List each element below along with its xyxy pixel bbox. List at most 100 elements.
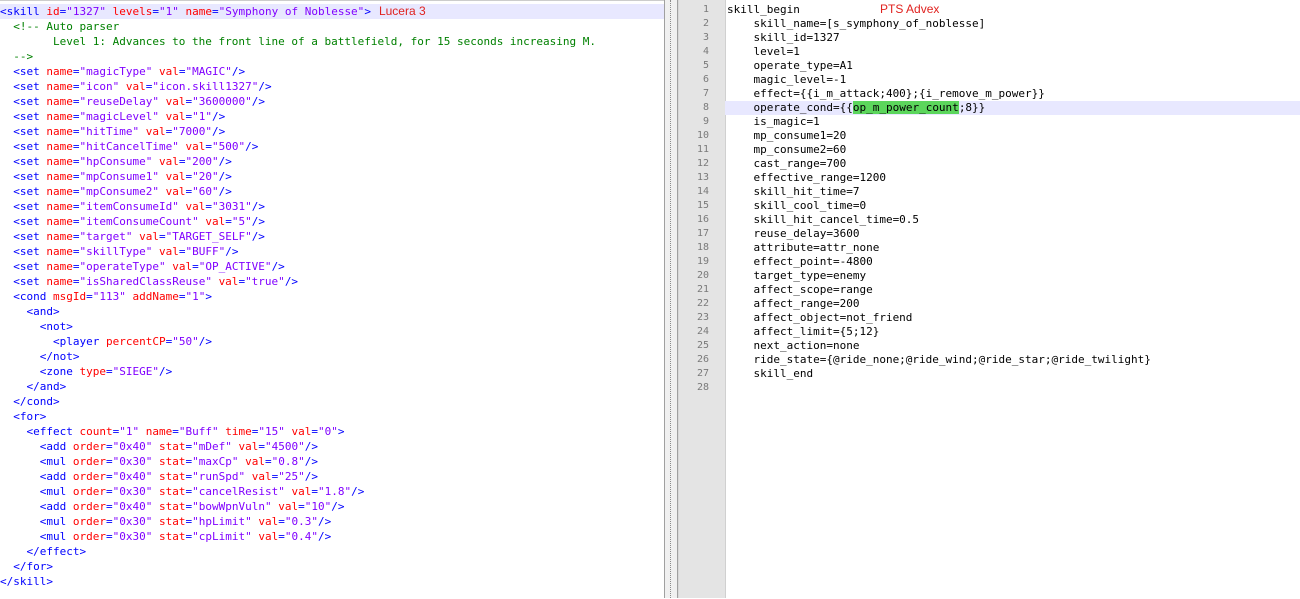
- xml-token-val: "0x40": [112, 470, 153, 483]
- pts-code-line[interactable]: skill_name=[s_symphony_of_noblesse]: [725, 17, 1300, 31]
- xml-line[interactable]: </not>: [0, 349, 664, 364]
- pts-code-line[interactable]: cast_range=700: [725, 157, 1300, 171]
- pts-code-line[interactable]: affect_range=200: [725, 297, 1300, 311]
- xml-line[interactable]: </for>: [0, 559, 664, 574]
- xml-line[interactable]: <and>: [0, 304, 664, 319]
- xml-line[interactable]: <set name="skillType" val="BUFF"/>: [0, 244, 664, 259]
- xml-token-tag: />: [251, 215, 265, 228]
- xml-token-tag: <and>: [0, 305, 60, 318]
- right-editor-pane[interactable]: 1 2 3 4 5 6 7 8 9 10 11 12 13 14 15 16 17 18 19 20 21 22 23 24 2…: [678, 0, 1300, 598]
- pts-code-line[interactable]: mp_consume1=20: [725, 129, 1300, 143]
- xml-token-attr: name: [46, 140, 73, 153]
- xml-line[interactable]: <set name="magicType" val="MAGIC"/>: [0, 64, 664, 79]
- xml-token-tag: =: [158, 230, 166, 243]
- pts-code-line[interactable]: effect_point=-4800: [725, 255, 1300, 269]
- pts-code-line[interactable]: effective_range=1200: [725, 171, 1300, 185]
- left-editor-pane[interactable]: <skill id="1327" levels="1" name="Sympho…: [0, 0, 664, 599]
- xml-line[interactable]: Level 1: Advances to the front line of a…: [0, 34, 664, 49]
- line-number: 20: [696, 270, 709, 281]
- pts-code-line[interactable]: operate_cond={{op_m_power_count;8}}: [725, 101, 1300, 115]
- xml-token-tag: =: [105, 515, 113, 528]
- xml-line[interactable]: <set name="mpConsume1" val="20"/>: [0, 169, 664, 184]
- xml-line[interactable]: <set name="mpConsume2" val="60"/>: [0, 184, 664, 199]
- xml-token-val: "true": [245, 275, 285, 288]
- xml-token-tag: =: [86, 290, 93, 303]
- xml-line[interactable]: <mul order="0x30" stat="maxCp" val="0.8"…: [0, 454, 664, 469]
- xml-token-tag: [152, 440, 159, 453]
- xml-line[interactable]: <set name="hitCancelTime" val="500"/>: [0, 139, 664, 154]
- xml-line[interactable]: <set name="hpConsume" val="200"/>: [0, 154, 664, 169]
- xml-line[interactable]: <add order="0x40" stat="mDef" val="4500"…: [0, 439, 664, 454]
- xml-token-val: "isSharedClassReuse": [79, 275, 212, 288]
- xml-line[interactable]: <set name="magicLevel" val="1"/>: [0, 109, 664, 124]
- xml-line[interactable]: <!-- Auto parser: [0, 19, 664, 34]
- pts-code-line[interactable]: skill_cool_time=0: [725, 199, 1300, 213]
- pts-code-line[interactable]: skill_hit_time=7: [725, 185, 1300, 199]
- pts-code-line[interactable]: skill_hit_cancel_time=0.5: [725, 213, 1300, 227]
- xml-line[interactable]: <set name="isSharedClassReuse" val="true…: [0, 274, 664, 289]
- pts-code-line[interactable]: skill_id=1327: [725, 31, 1300, 45]
- pts-code-area[interactable]: skill_begin PTS Advex skill_name=[s_symph…: [725, 2, 1300, 395]
- xml-token-tag: <for>: [0, 410, 47, 423]
- xml-line[interactable]: </cond>: [0, 394, 664, 409]
- xml-token-tag: />: [304, 470, 318, 483]
- xml-line[interactable]: <add order="0x40" stat="bowWpnVuln" val=…: [0, 499, 664, 514]
- xml-token-tag: [106, 5, 113, 18]
- xml-line[interactable]: <mul order="0x30" stat="cpLimit" val="0.…: [0, 529, 664, 544]
- xml-token-val: "113": [92, 290, 126, 303]
- pts-code-line[interactable]: target_type=enemy: [725, 269, 1300, 283]
- pts-code-line[interactable]: affect_limit={5;12}: [725, 325, 1300, 339]
- xml-token-tag: =: [105, 440, 113, 453]
- pts-code-line[interactable]: ride_state={@ride_none;@ride_wind;@ride_…: [725, 353, 1300, 367]
- xml-line[interactable]: <zone type="SIEGE"/>: [0, 364, 664, 379]
- xml-line[interactable]: <set name="hitTime" val="7000"/>: [0, 124, 664, 139]
- xml-line[interactable]: <mul order="0x30" stat="hpLimit" val="0.…: [0, 514, 664, 529]
- pts-code-line[interactable]: level=1: [725, 45, 1300, 59]
- pts-code-line[interactable]: is_magic=1: [725, 115, 1300, 129]
- xml-token-tag: </for>: [0, 560, 53, 573]
- pts-code-line[interactable]: operate_type=A1: [725, 59, 1300, 73]
- pts-code-line[interactable]: [725, 381, 1300, 395]
- xml-line[interactable]: <set name="itemConsumeId" val="3031"/>: [0, 199, 664, 214]
- pts-code-line[interactable]: attribute=attr_none: [725, 241, 1300, 255]
- xml-token-tag: =: [205, 200, 212, 213]
- pts-code-line[interactable]: affect_object=not_friend: [725, 311, 1300, 325]
- xml-token-val: "1": [192, 110, 212, 123]
- line-number: 2: [702, 18, 709, 29]
- xml-line[interactable]: <mul order="0x30" stat="cancelResist" va…: [0, 484, 664, 499]
- xml-line[interactable]: <add order="0x40" stat="runSpd" val="25"…: [0, 469, 664, 484]
- xml-line[interactable]: <effect count="1" name="Buff" time="15" …: [0, 424, 664, 439]
- splitter-grip[interactable]: [670, 0, 673, 598]
- xml-token-attr: id: [46, 5, 60, 18]
- xml-token-val: "itemConsumeId": [79, 200, 179, 213]
- xml-line[interactable]: </effect>: [0, 544, 664, 559]
- xml-line[interactable]: <set name="itemConsumeCount" val="5"/>: [0, 214, 664, 229]
- xml-line[interactable]: <not>: [0, 319, 664, 334]
- xml-line[interactable]: </skill>: [0, 574, 664, 589]
- xml-token-tag: />: [351, 485, 365, 498]
- pts-code-line[interactable]: next_action=none: [725, 339, 1300, 353]
- pts-code-line[interactable]: skill_end: [725, 367, 1300, 381]
- pts-code-line[interactable]: affect_scope=range: [725, 283, 1300, 297]
- xml-line[interactable]: <player percentCP="50"/>: [0, 334, 664, 349]
- xml-line[interactable]: <set name="target" val="TARGET_SELF"/>: [0, 229, 664, 244]
- pts-code-line[interactable]: reuse_delay=3600: [725, 227, 1300, 241]
- pts-code-line[interactable]: skill_begin PTS Advex: [725, 2, 1300, 17]
- xml-line[interactable]: <set name="operateType" val="OP_ACTIVE"/…: [0, 259, 664, 274]
- pts-code-line[interactable]: magic_level=-1: [725, 73, 1300, 87]
- xml-line[interactable]: <skill id="1327" levels="1" name="Sympho…: [0, 4, 664, 19]
- xml-line[interactable]: -->: [0, 49, 664, 64]
- line-number: 9: [702, 116, 709, 127]
- xml-line[interactable]: <for>: [0, 409, 664, 424]
- xml-token-attr: order: [72, 530, 106, 543]
- xml-code-area[interactable]: <skill id="1327" levels="1" name="Sympho…: [0, 4, 664, 589]
- xml-line[interactable]: <set name="reuseDelay" val="3600000"/>: [0, 94, 664, 109]
- xml-line[interactable]: <set name="icon" val="icon.skill1327"/>: [0, 79, 664, 94]
- pts-code-line[interactable]: mp_consume2=60: [725, 143, 1300, 157]
- xml-token-val: "0x30": [112, 515, 153, 528]
- line-number: 25: [696, 340, 709, 351]
- pane-splitter[interactable]: [664, 0, 678, 598]
- xml-line[interactable]: </and>: [0, 379, 664, 394]
- pts-code-line[interactable]: effect={{i_m_attack;400};{i_remove_m_pow…: [725, 87, 1300, 101]
- xml-line[interactable]: <cond msgId="113" addName="1">: [0, 289, 664, 304]
